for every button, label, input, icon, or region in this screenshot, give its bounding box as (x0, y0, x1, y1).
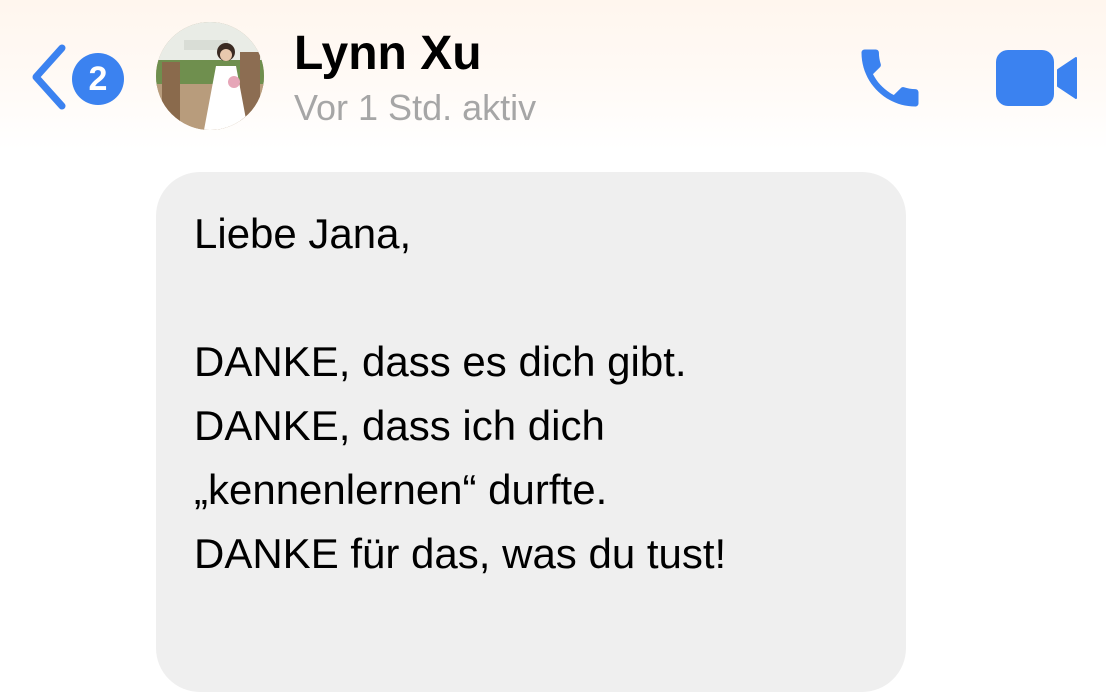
avatar-photo (156, 22, 264, 130)
message-line: Liebe Jana, (194, 210, 412, 257)
video-camera-icon (996, 50, 1077, 106)
message-line: DANKE, dass es dich gibt. (194, 338, 687, 385)
message-line (194, 266, 726, 330)
chevron-left-icon (32, 44, 66, 110)
avatar[interactable] (156, 22, 264, 130)
call-button[interactable] (848, 40, 932, 116)
contact-name[interactable]: Lynn Xu (294, 24, 482, 84)
unread-count-badge: 2 (72, 53, 124, 105)
message-line: DANKE für das, was du tust! (194, 530, 727, 577)
back-button[interactable]: 2 (28, 42, 132, 112)
video-call-button[interactable] (994, 46, 1078, 110)
message-line: „kennenlernen“ durfte. (194, 466, 608, 513)
message-bubble[interactable]: Liebe Jana, DANKE, dass es dich gibt. DA… (156, 172, 906, 692)
contact-status: Vor 1 Std. aktiv (294, 87, 537, 128)
chat-header: 2 Lynn Xu Vor 1 Std. aktiv (0, 0, 1106, 150)
message-text: Liebe Jana, DANKE, dass es dich gibt. DA… (194, 202, 726, 586)
phone-icon (861, 49, 919, 107)
message-line: DANKE, dass ich dich (194, 402, 605, 449)
